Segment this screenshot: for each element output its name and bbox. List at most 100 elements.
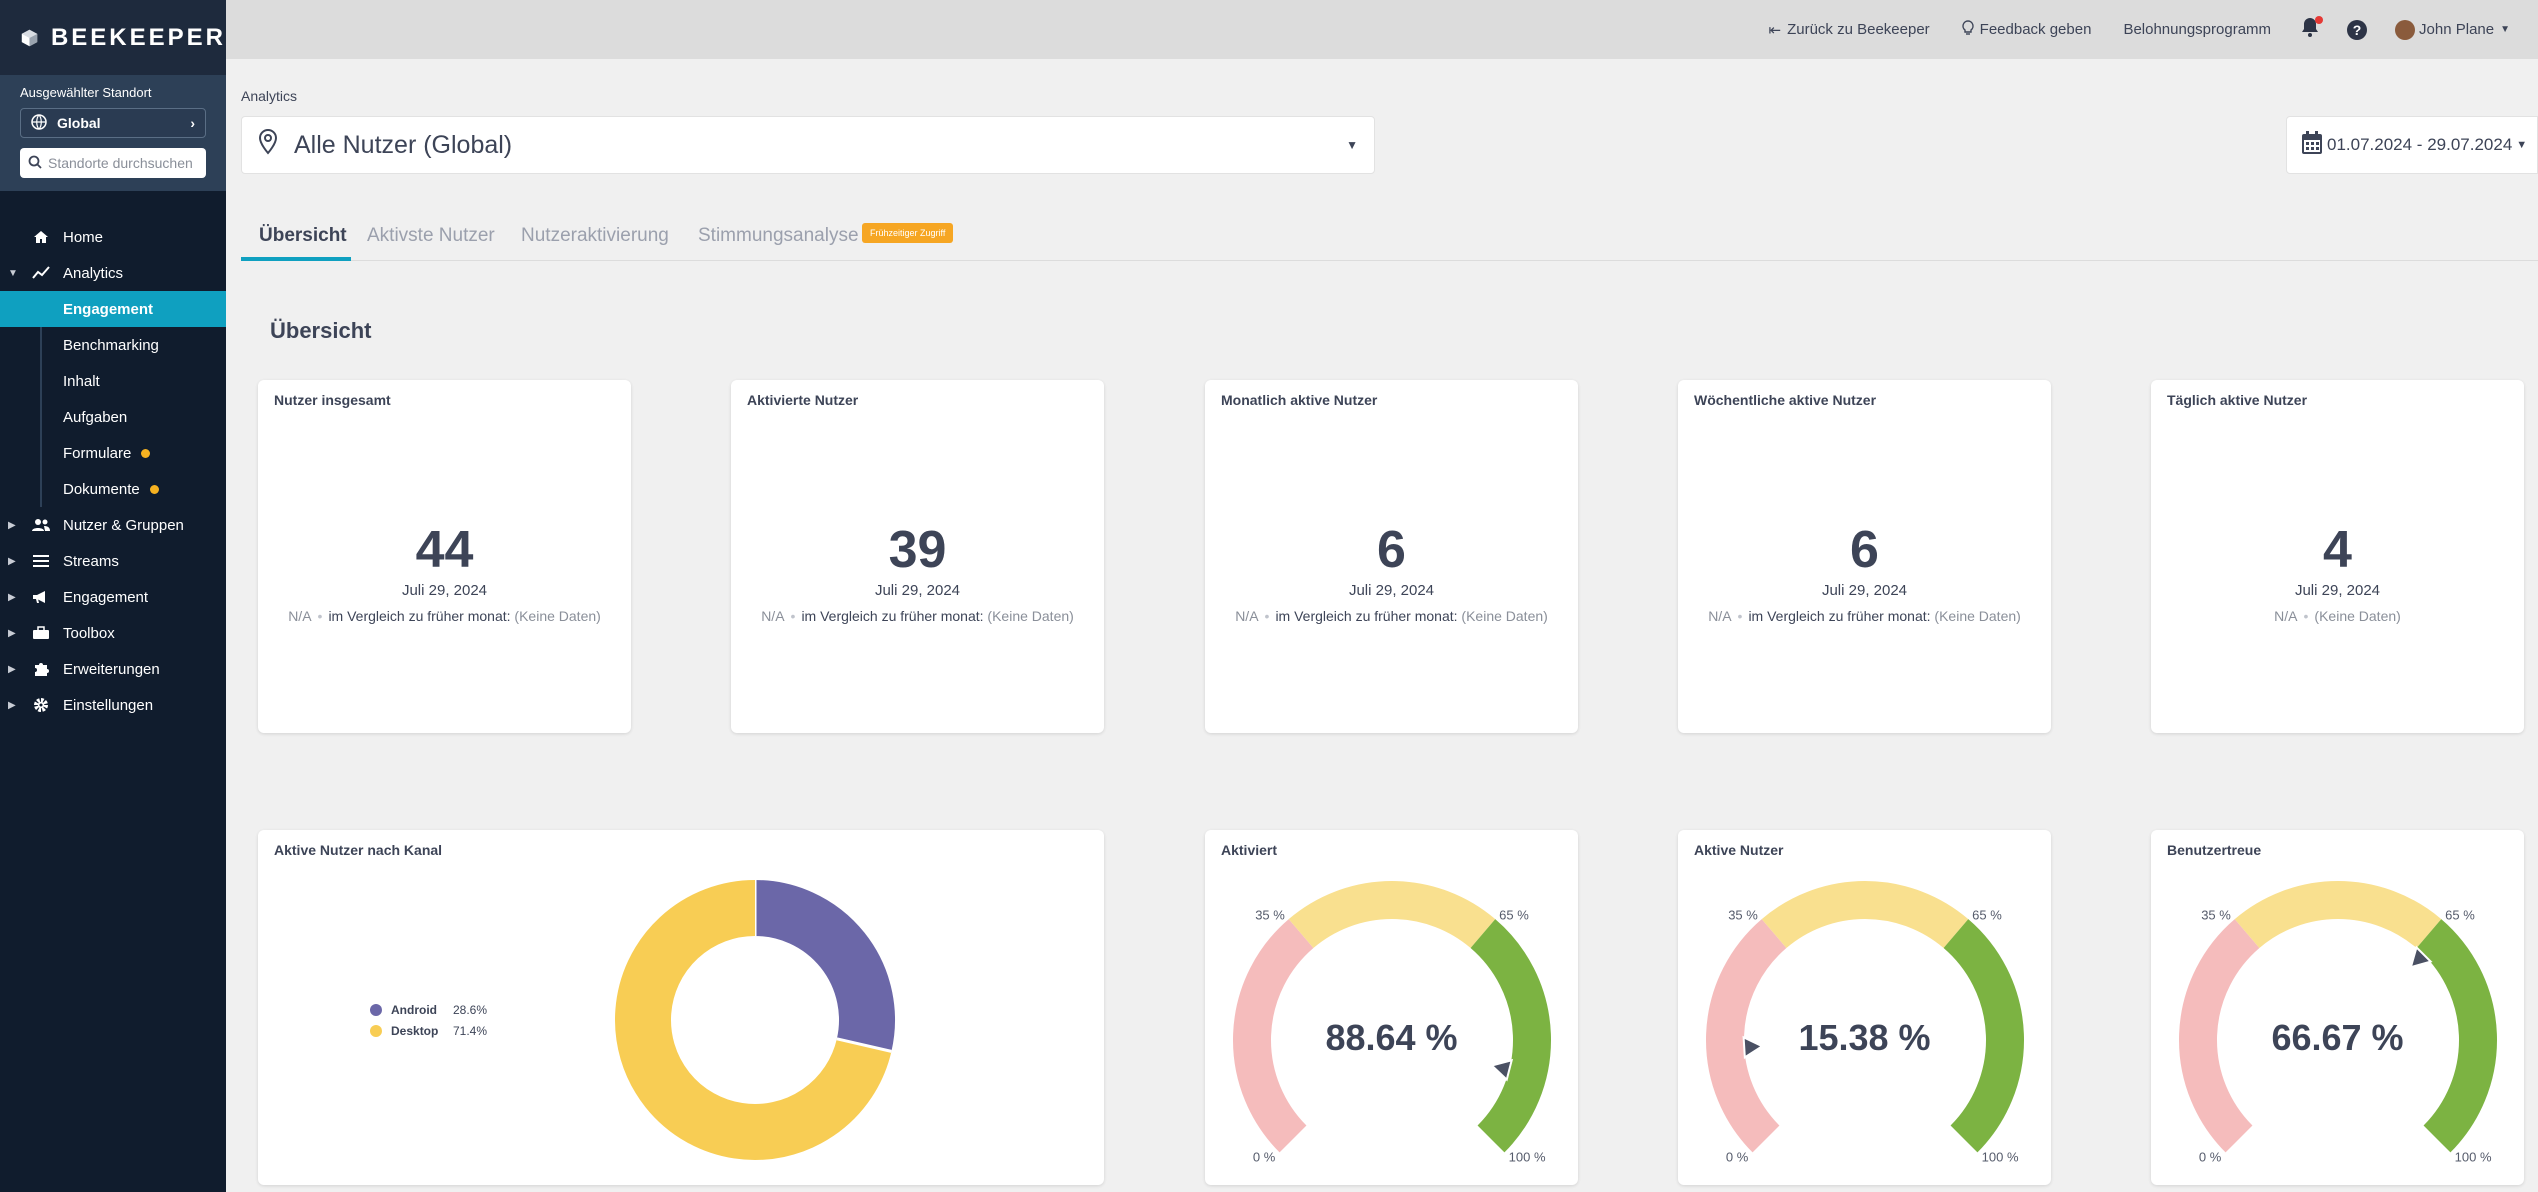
location-section: Ausgewählter Standort Global › Standorte… — [0, 75, 226, 191]
logo[interactable]: BEEKEEPER — [0, 0, 226, 75]
location-pin-icon — [258, 128, 278, 162]
sidebar-item-nutzer-gruppen[interactable]: ▶ Nutzer & Gruppen — [0, 507, 226, 543]
card-title: Monatlich aktive Nutzer — [1221, 392, 1378, 408]
rewards-link[interactable]: Belohnungsprogramm — [2123, 21, 2271, 38]
gauge-value: 66.67 % — [2271, 1017, 2404, 1058]
stat-comparison: N/A • im Vergleich zu früher monat: (Keine… — [1205, 608, 1578, 624]
gauge-tick-label: 65 % — [1972, 908, 2002, 923]
stat-comparison: N/A • im Vergleich zu früher monat: (Keine… — [1678, 608, 2051, 624]
change-value: N/A — [1235, 608, 1259, 624]
card-title: Täglich aktive Nutzer — [2167, 392, 2308, 408]
sidebar-item-label: Toolbox — [63, 624, 115, 642]
notification-dot — [2315, 15, 2324, 24]
back-to-beekeeper-link[interactable]: ⇤ Zurück zu Beekeeper — [1769, 21, 1930, 39]
no-data-label: (Keine Daten) — [514, 608, 601, 624]
user-menu[interactable]: John Plane ▼ — [2395, 19, 2510, 40]
analytics-icon — [32, 264, 50, 282]
dropdown-arrow-icon: ▼ — [1346, 138, 1358, 152]
new-indicator-dot — [149, 484, 159, 494]
sidebar-item-home[interactable]: Home — [0, 219, 226, 255]
stat-value: 4 — [2323, 521, 2352, 579]
stat-card: Wöchentliche aktive Nutzer 6 Juli 29, 20… — [1678, 380, 2051, 733]
gauge-tick-label: 65 % — [1499, 908, 1529, 923]
sidebar-item-erweiterungen[interactable]: ▶ Erweiterungen — [0, 651, 226, 687]
gauge-tick-label: 100 % — [1509, 1150, 1546, 1165]
tab-sentiment[interactable]: Stimmungsanalyse — [698, 225, 859, 247]
user-group-selector[interactable]: Alle Nutzer (Global) ▼ — [241, 116, 1375, 174]
channel-chart-card: Aktive Nutzer nach Kanal Android 28.6% D… — [258, 830, 1104, 1185]
gauge-tick-label: 100 % — [1982, 1150, 2019, 1165]
stat-comparison: N/A • im Vergleich zu früher monat: (Keine… — [731, 608, 1104, 624]
legend-swatch — [370, 1003, 382, 1016]
stat-value: 6 — [1377, 521, 1406, 579]
caret-down-icon: ▼ — [8, 267, 18, 279]
no-data-label: (Keine Daten) — [2314, 608, 2401, 624]
change-value: N/A — [288, 608, 312, 624]
stat-card: Aktivierte Nutzer 39 Juli 29, 2024 N/A • i… — [731, 380, 1104, 733]
gauge-segment-mid — [1761, 881, 1969, 949]
location-select-button[interactable]: Global › — [20, 108, 206, 138]
breadcrumb: Analytics — [241, 88, 298, 104]
tab-overview[interactable]: Übersicht — [259, 225, 347, 247]
tab-active-users[interactable]: Aktivste Nutzer — [367, 225, 495, 247]
gauge-tick-label: 0 % — [1253, 1150, 1276, 1165]
tab-activation[interactable]: Nutzeraktivierung — [521, 225, 669, 247]
stat-comparison: N/A • im Vergleich zu früher monat: (Keine… — [258, 608, 631, 624]
separator-dot: • — [790, 608, 796, 624]
caret-down-icon: ▼ — [2516, 139, 2528, 151]
sidebar-item-toolbox[interactable]: ▶ Toolbox — [0, 615, 226, 651]
rewards-label: Belohnungsprogramm — [2123, 21, 2272, 38]
new-indicator-dot — [141, 448, 151, 458]
stat-value: 6 — [1850, 521, 1879, 579]
exit-icon: ⇤ — [1768, 21, 1782, 39]
feedback-link[interactable]: Feedback geben — [1962, 20, 2092, 39]
sidebar-item-dokumente[interactable]: Dokumente — [40, 471, 226, 507]
caret-right-icon: ▶ — [8, 591, 16, 603]
section-title: Übersicht — [270, 318, 372, 343]
topbar: ⇤ Zurück zu Beekeeper Feedback geben Bel… — [226, 0, 2538, 59]
gauge-value: 88.64 % — [1325, 1017, 1458, 1058]
early-access-badge: Frühzeitiger Zugriff — [862, 223, 954, 243]
toolbox-icon — [32, 624, 50, 642]
beekeeper-logo-icon — [21, 29, 38, 46]
search-icon — [28, 155, 42, 172]
donut-slice-android[interactable] — [754, 880, 895, 1052]
sidebar-item-aufgaben[interactable]: Aufgaben — [40, 399, 226, 435]
megaphone-icon — [32, 588, 50, 606]
notifications-button[interactable] — [2301, 15, 2324, 43]
sidebar-item-streams[interactable]: ▶ Streams — [0, 543, 226, 579]
sidebar-item-label: Einstellungen — [63, 696, 154, 714]
change-value: N/A — [1708, 608, 1732, 624]
sidebar-item-analytics[interactable]: ▼ Analytics — [0, 255, 226, 291]
sidebar-item-engagement[interactable]: ▶ Engagement — [0, 579, 226, 615]
sidebar-item-benchmarking[interactable]: Benchmarking — [40, 327, 226, 363]
compare-label: im Vergleich zu früher monat: — [328, 608, 511, 624]
location-search-input[interactable]: Standorte durchsuchen — [20, 148, 206, 178]
no-data-label: (Keine Daten) — [1934, 608, 2021, 624]
tab-bar: Übersicht Aktivste Nutzer Nutzeraktivier… — [241, 213, 2538, 261]
streams-icon — [32, 552, 50, 570]
gauge-chart: 0 % 35 % 65 % 100 % — [1233, 881, 1551, 1165]
stat-date: Juli 29, 2024 — [2294, 582, 2381, 599]
location-selected: Global — [57, 115, 101, 131]
date-range-picker[interactable]: 01.07.2024 - 29.07.2024 ▼ — [2286, 116, 2538, 174]
gauge-card: Benutzertreue 0 % 35 % 65 % 100 % 66.67 % — [2151, 830, 2524, 1185]
sidebar-item-inhalt[interactable]: Inhalt — [40, 363, 226, 399]
no-data-label: (Keine Daten) — [1461, 608, 1548, 624]
sidebar-item-engagement-sub[interactable]: Engagement — [0, 291, 226, 327]
caret-right-icon: ▶ — [8, 519, 16, 531]
sidebar-item-einstellungen[interactable]: ▶ Einstellungen — [0, 687, 226, 723]
gauge-tick-label: 35 % — [1255, 908, 1285, 923]
compare-label: im Vergleich zu früher monat: — [1275, 608, 1458, 624]
legend-item: Android 28.6% — [370, 999, 487, 1020]
globe-icon — [31, 113, 47, 133]
card-title: Nutzer insgesamt — [274, 392, 391, 408]
stat-value: 44 — [415, 521, 474, 579]
compare-label: im Vergleich zu früher monat: — [1748, 608, 1931, 624]
stat-date: Juli 29, 2024 — [401, 582, 488, 599]
feedback-label: Feedback geben — [1979, 21, 2092, 38]
sidebar-item-formulare[interactable]: Formulare — [40, 435, 226, 471]
home-icon — [32, 228, 50, 246]
help-icon[interactable]: ? — [2347, 19, 2368, 40]
legend-swatch — [370, 1024, 382, 1037]
